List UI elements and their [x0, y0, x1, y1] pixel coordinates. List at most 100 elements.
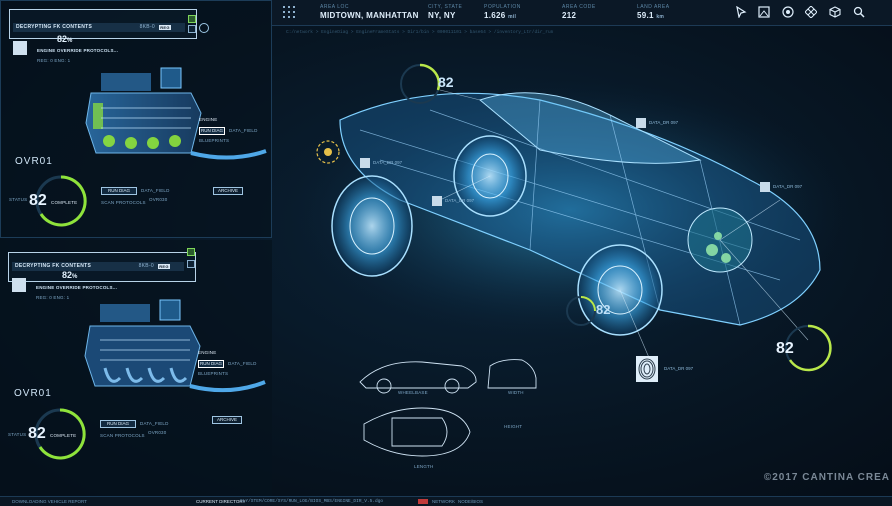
area-code-field: AREA CODE 212 [562, 4, 596, 20]
panel-title: DECRYPTING FK CONTENTS [16, 24, 93, 30]
land-area-unit: km [656, 14, 665, 20]
population-label: POPULATION [484, 4, 521, 10]
run-diag-button-2[interactable]: RUN DIAG [101, 187, 137, 195]
city-state-value: NY, NY [428, 11, 456, 20]
city-state-label: CITY, STATE [428, 4, 463, 10]
network-label-b: NODE/BIOS [458, 499, 484, 504]
engine-label: ENGINE [199, 117, 218, 122]
file-thumbnail [13, 41, 27, 55]
data-tag-mid: DATA_DR 097 [360, 158, 402, 168]
panel-title-2: DECRYPTING FK CONTENTS [15, 263, 92, 269]
blueprint-height-label: HEIGHT [504, 424, 523, 429]
city-state-field: CITY, STATE NY, NY [428, 4, 462, 20]
status-light-2 [187, 248, 195, 256]
completion-number-2: 82 [28, 425, 46, 442]
data-tag-left: DATA_DR 097 [432, 196, 474, 206]
wheel-rear [331, 175, 413, 277]
run-diag-button-4[interactable]: RUN DIAG [100, 420, 136, 428]
area-loc-label: AREA LOC [320, 4, 350, 10]
panel-action-button[interactable] [188, 25, 196, 33]
copyright-text: ©2017 CANTINA CREA [763, 472, 890, 483]
gauge-right-number: 82 [776, 340, 794, 357]
status-light [188, 15, 196, 23]
population-value: 1.626 [484, 11, 506, 20]
area-loc-field: AREA LOC MIDTOWN, MANHATTAN [320, 4, 419, 20]
target-icon[interactable] [781, 6, 795, 20]
area-code-value: 212 [562, 11, 577, 20]
override-code-2: OVR01 [14, 388, 52, 399]
panel-action-button-2[interactable] [187, 260, 195, 268]
top-info-bar: AREA LOC MIDTOWN, MANHATTAN CITY, STATE … [272, 0, 892, 26]
override-subtitle-2: ENGINE OVERRIDE PROTOCOLS... [36, 285, 118, 290]
data-field-label-4: DATA_FIELD [140, 421, 169, 426]
network-label-a: NETWORK [432, 499, 455, 504]
completion-number: 82 [29, 192, 47, 209]
data-field-label: DATA_FIELD [229, 128, 258, 133]
land-area-label: LAND AREA [637, 4, 670, 10]
engine-wireframe [85, 67, 267, 160]
decrypt-percent: 82% [57, 34, 73, 44]
cube-icon[interactable] [828, 6, 842, 20]
override-subtitle: ENGINE OVERRIDE PROTOCOLS... [37, 48, 119, 53]
data-field-label-3: DATA_FIELD [228, 361, 257, 366]
decrypt-percent-2: 82% [62, 270, 78, 280]
decrypt-panel-top: DECRYPTING FK CONTENTS 8KB-0 REG 82% ENG… [0, 0, 272, 238]
completion-label-2: COMPLETE [50, 433, 77, 438]
bottom-status-bar: DOWNLOADING VEHICLE REPORT CURRENT DIREC… [0, 496, 892, 506]
directory-label: CURRENT DIRECTORY [196, 499, 246, 504]
panel-header: DECRYPTING FK CONTENTS 8KB-0 REG [13, 23, 185, 32]
gauge-mid [566, 296, 596, 326]
archive-button-2[interactable]: ARCHIVE [212, 416, 242, 424]
gauge-mid-number: 82 [596, 302, 611, 317]
blueprints-label-2: BLUEPRINTS [198, 371, 229, 376]
directory-path: SLY/STEM/CORE/SYS/RUN_LOG/BIOS_MBS/ENGIN… [240, 499, 384, 504]
search-icon[interactable] [852, 6, 866, 20]
data-tag-top-right: DATA_DR 097 [636, 118, 678, 128]
panel-tag-2: REG [158, 264, 170, 269]
alert-indicator [418, 499, 428, 504]
file-thumbnail-2 [12, 278, 26, 292]
car-blueprint [359, 359, 537, 457]
ovr-small-label-2: OVR030 [148, 430, 167, 435]
ovr-small-label: OVR030 [149, 197, 168, 202]
area-loc-value: MIDTOWN, MANHATTAN [320, 11, 419, 20]
run-diag-button[interactable]: RUN DIAG [199, 127, 225, 135]
land-area-field: LAND AREA 59.1 km [637, 4, 670, 20]
move-icon[interactable] [804, 5, 818, 20]
panel-ring-icon [199, 23, 209, 33]
panel-header-2: DECRYPTING FK CONTENTS 8KB-0 REG [12, 262, 184, 271]
scan-protocols-label: SCAN PROTOCOLS [101, 200, 146, 205]
data-field-label-2: DATA_FIELD [141, 188, 170, 193]
blueprints-label: BLUEPRINTS [199, 138, 230, 143]
data-tag-bottom: DATA_DR 097 [664, 366, 694, 371]
land-area-value: 59.1 [637, 11, 654, 20]
scan-protocols-label-2: SCAN PROTOCOLS [100, 433, 145, 438]
population-unit: mil [508, 14, 517, 20]
grid-menu-icon[interactable] [282, 6, 296, 20]
gauge-top-number: 82 [438, 74, 454, 90]
area-code-label: AREA CODE [562, 4, 596, 10]
path-readout: C:/network > EngineDiag > EngineFrameSta… [286, 30, 554, 35]
override-subline: REG: 0 ENG: 1 [37, 58, 71, 63]
status-word-2: STATUS [8, 432, 27, 437]
override-subline-2: REG: 0 ENG: 1 [36, 295, 70, 300]
engine-wireframe-2 [84, 299, 266, 393]
blueprint-length-label: LENGTH [414, 464, 434, 469]
data-tag-right: DATA_DR 097 [760, 182, 802, 192]
population-field: POPULATION 1.626 mil [484, 4, 521, 20]
hud-screen: AREA LOC MIDTOWN, MANHATTAN CITY, STATE … [0, 0, 892, 506]
image-icon[interactable] [757, 6, 771, 20]
cursor-icon[interactable] [734, 5, 748, 20]
panel-id: 8KB-0 [139, 24, 155, 30]
completion-label: COMPLETE [51, 200, 78, 205]
download-status: DOWNLOADING VEHICLE REPORT [12, 499, 87, 504]
decrypt-panel-bottom: DECRYPTING FK CONTENTS 8KB-0 REG 82% ENG… [0, 240, 272, 496]
panel-tag: REG [159, 25, 171, 30]
panel-id-2: 8KB-0 [138, 263, 154, 269]
run-diag-button-3[interactable]: RUN DIAG [198, 360, 224, 368]
blueprint-wheelbase-label: WHEELBASE [398, 390, 428, 395]
gauge-top [400, 63, 441, 104]
archive-button[interactable]: ARCHIVE [213, 187, 243, 195]
status-word: STATUS [9, 197, 28, 202]
wheel-target-icon [316, 140, 340, 164]
